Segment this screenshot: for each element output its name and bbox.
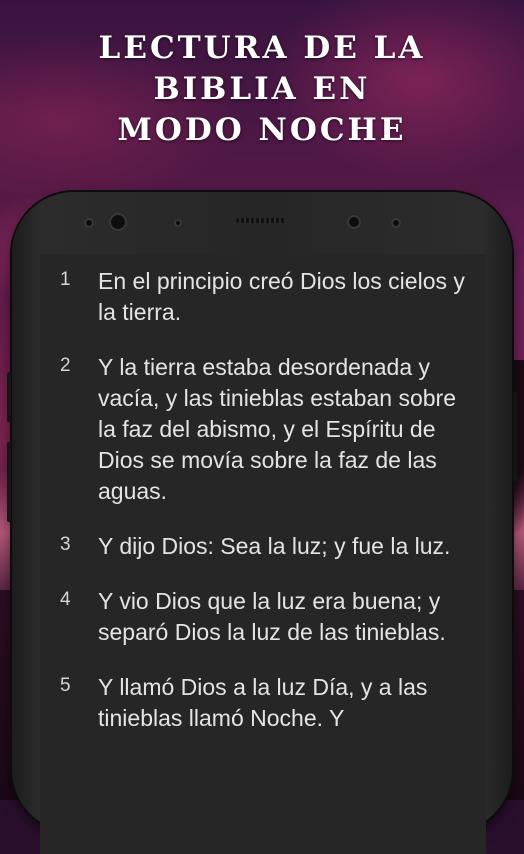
verse-number: 3 (60, 534, 71, 555)
verse-list[interactable]: 1 En el principio creó Dios los cielos y… (40, 254, 486, 734)
bible-reader-screen[interactable]: 1 En el principio creó Dios los cielos y… (40, 254, 486, 854)
sensor-icon (84, 218, 94, 228)
promo-title-line: MODO NOCHE (117, 112, 407, 148)
volume-button (7, 372, 11, 422)
verse-number: 4 (60, 589, 71, 610)
sensor-icon (391, 218, 401, 228)
promo-title-line: LECTURA DE LA (98, 30, 426, 66)
front-camera-icon (109, 213, 127, 231)
iris-scanner-icon (347, 215, 361, 229)
promo-title: LECTURA DE LA BIBLIA EN MODO NOCHE (0, 28, 524, 151)
verse-item[interactable]: 2 Y la tierra estaba desordenada y vacía… (40, 352, 486, 507)
verse-item[interactable]: 1 En el principio creó Dios los cielos y… (40, 266, 486, 328)
earpiece-speaker (236, 218, 286, 223)
verse-item[interactable]: 4 Y vio Dios que la luz era buena; y sep… (40, 586, 486, 648)
sensor-icon (174, 219, 182, 227)
power-button (513, 392, 517, 482)
verse-text: Y dijo Dios: Sea la luz; y fue la luz. (98, 533, 451, 559)
volume-button (7, 442, 11, 522)
verse-number: 5 (60, 675, 71, 696)
verse-text: Y llamó Dios a la luz Día, y a las tinie… (98, 674, 428, 731)
verse-number: 2 (60, 355, 71, 376)
verse-text: Y vio Dios que la luz era buena; y separ… (98, 588, 446, 645)
verse-text: En el principio creó Dios los cielos y l… (98, 268, 465, 325)
verse-item[interactable]: 3 Y dijo Dios: Sea la luz; y fue la luz. (40, 531, 486, 562)
promo-title-line: BIBLIA EN (153, 71, 371, 107)
verse-number: 1 (60, 269, 71, 290)
phone-frame: 1 En el principio creó Dios los cielos y… (7, 192, 517, 854)
verse-item[interactable]: 5 Y llamó Dios a la luz Día, y a las tin… (40, 672, 486, 734)
verse-text: Y la tierra estaba desordenada y vacía, … (98, 354, 456, 504)
